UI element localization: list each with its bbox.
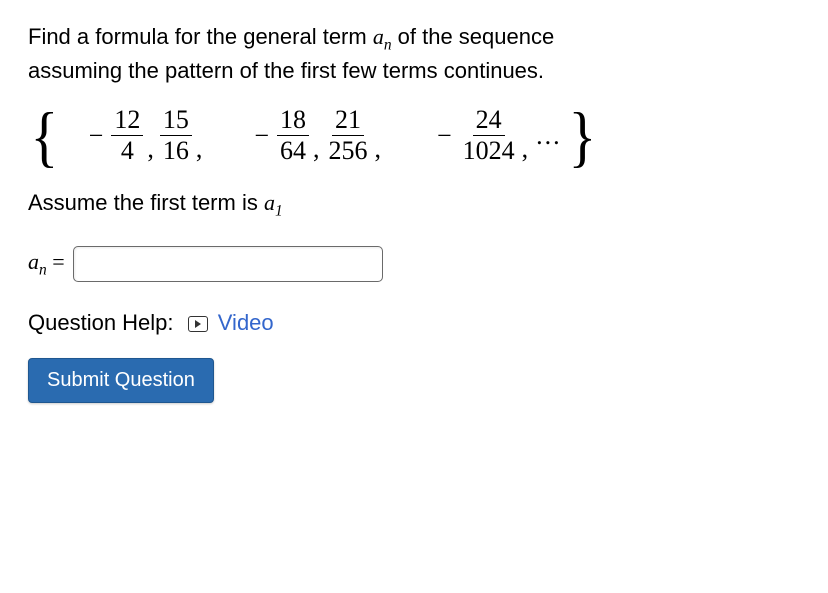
question-prompt: Find a formula for the general term an o… bbox=[28, 22, 800, 86]
prompt-an-sub: n bbox=[384, 36, 392, 53]
question-help-label: Question Help: bbox=[28, 310, 174, 335]
video-link[interactable]: Video bbox=[218, 310, 274, 335]
submit-question-button[interactable]: Submit Question bbox=[28, 358, 214, 403]
question-help-row: Question Help: Video bbox=[28, 308, 800, 338]
term-4-fraction: 21 256 bbox=[325, 107, 370, 164]
sequence-display: { − 12 4 , 15 16 , − 18 64 , 21 256 , − … bbox=[28, 106, 800, 166]
assume-text: Assume the first term is a1 bbox=[28, 188, 800, 222]
prompt-text-2: assuming the pattern of the first few te… bbox=[28, 58, 544, 83]
term-3-sign: − bbox=[254, 123, 269, 149]
prompt-text-1b: of the sequence bbox=[392, 24, 555, 49]
prompt-an-var: a bbox=[373, 24, 384, 49]
answer-label: an = bbox=[28, 247, 65, 281]
term-2-fraction: 15 16 bbox=[160, 107, 192, 164]
prompt-text-1: Find a formula for the general term bbox=[28, 24, 373, 49]
ellipsis: ... bbox=[536, 123, 562, 149]
answer-input[interactable] bbox=[73, 246, 383, 282]
term-1-fraction: 12 4 bbox=[111, 107, 143, 164]
term-5-sign: − bbox=[437, 123, 452, 149]
left-brace-icon: { bbox=[30, 106, 58, 166]
answer-row: an = bbox=[28, 246, 800, 282]
term-3-fraction: 18 64 bbox=[277, 107, 309, 164]
video-icon bbox=[188, 316, 208, 332]
term-5-fraction: 24 1024 bbox=[460, 107, 518, 164]
right-brace-icon: } bbox=[568, 106, 596, 166]
term-1-sign: − bbox=[89, 123, 104, 149]
